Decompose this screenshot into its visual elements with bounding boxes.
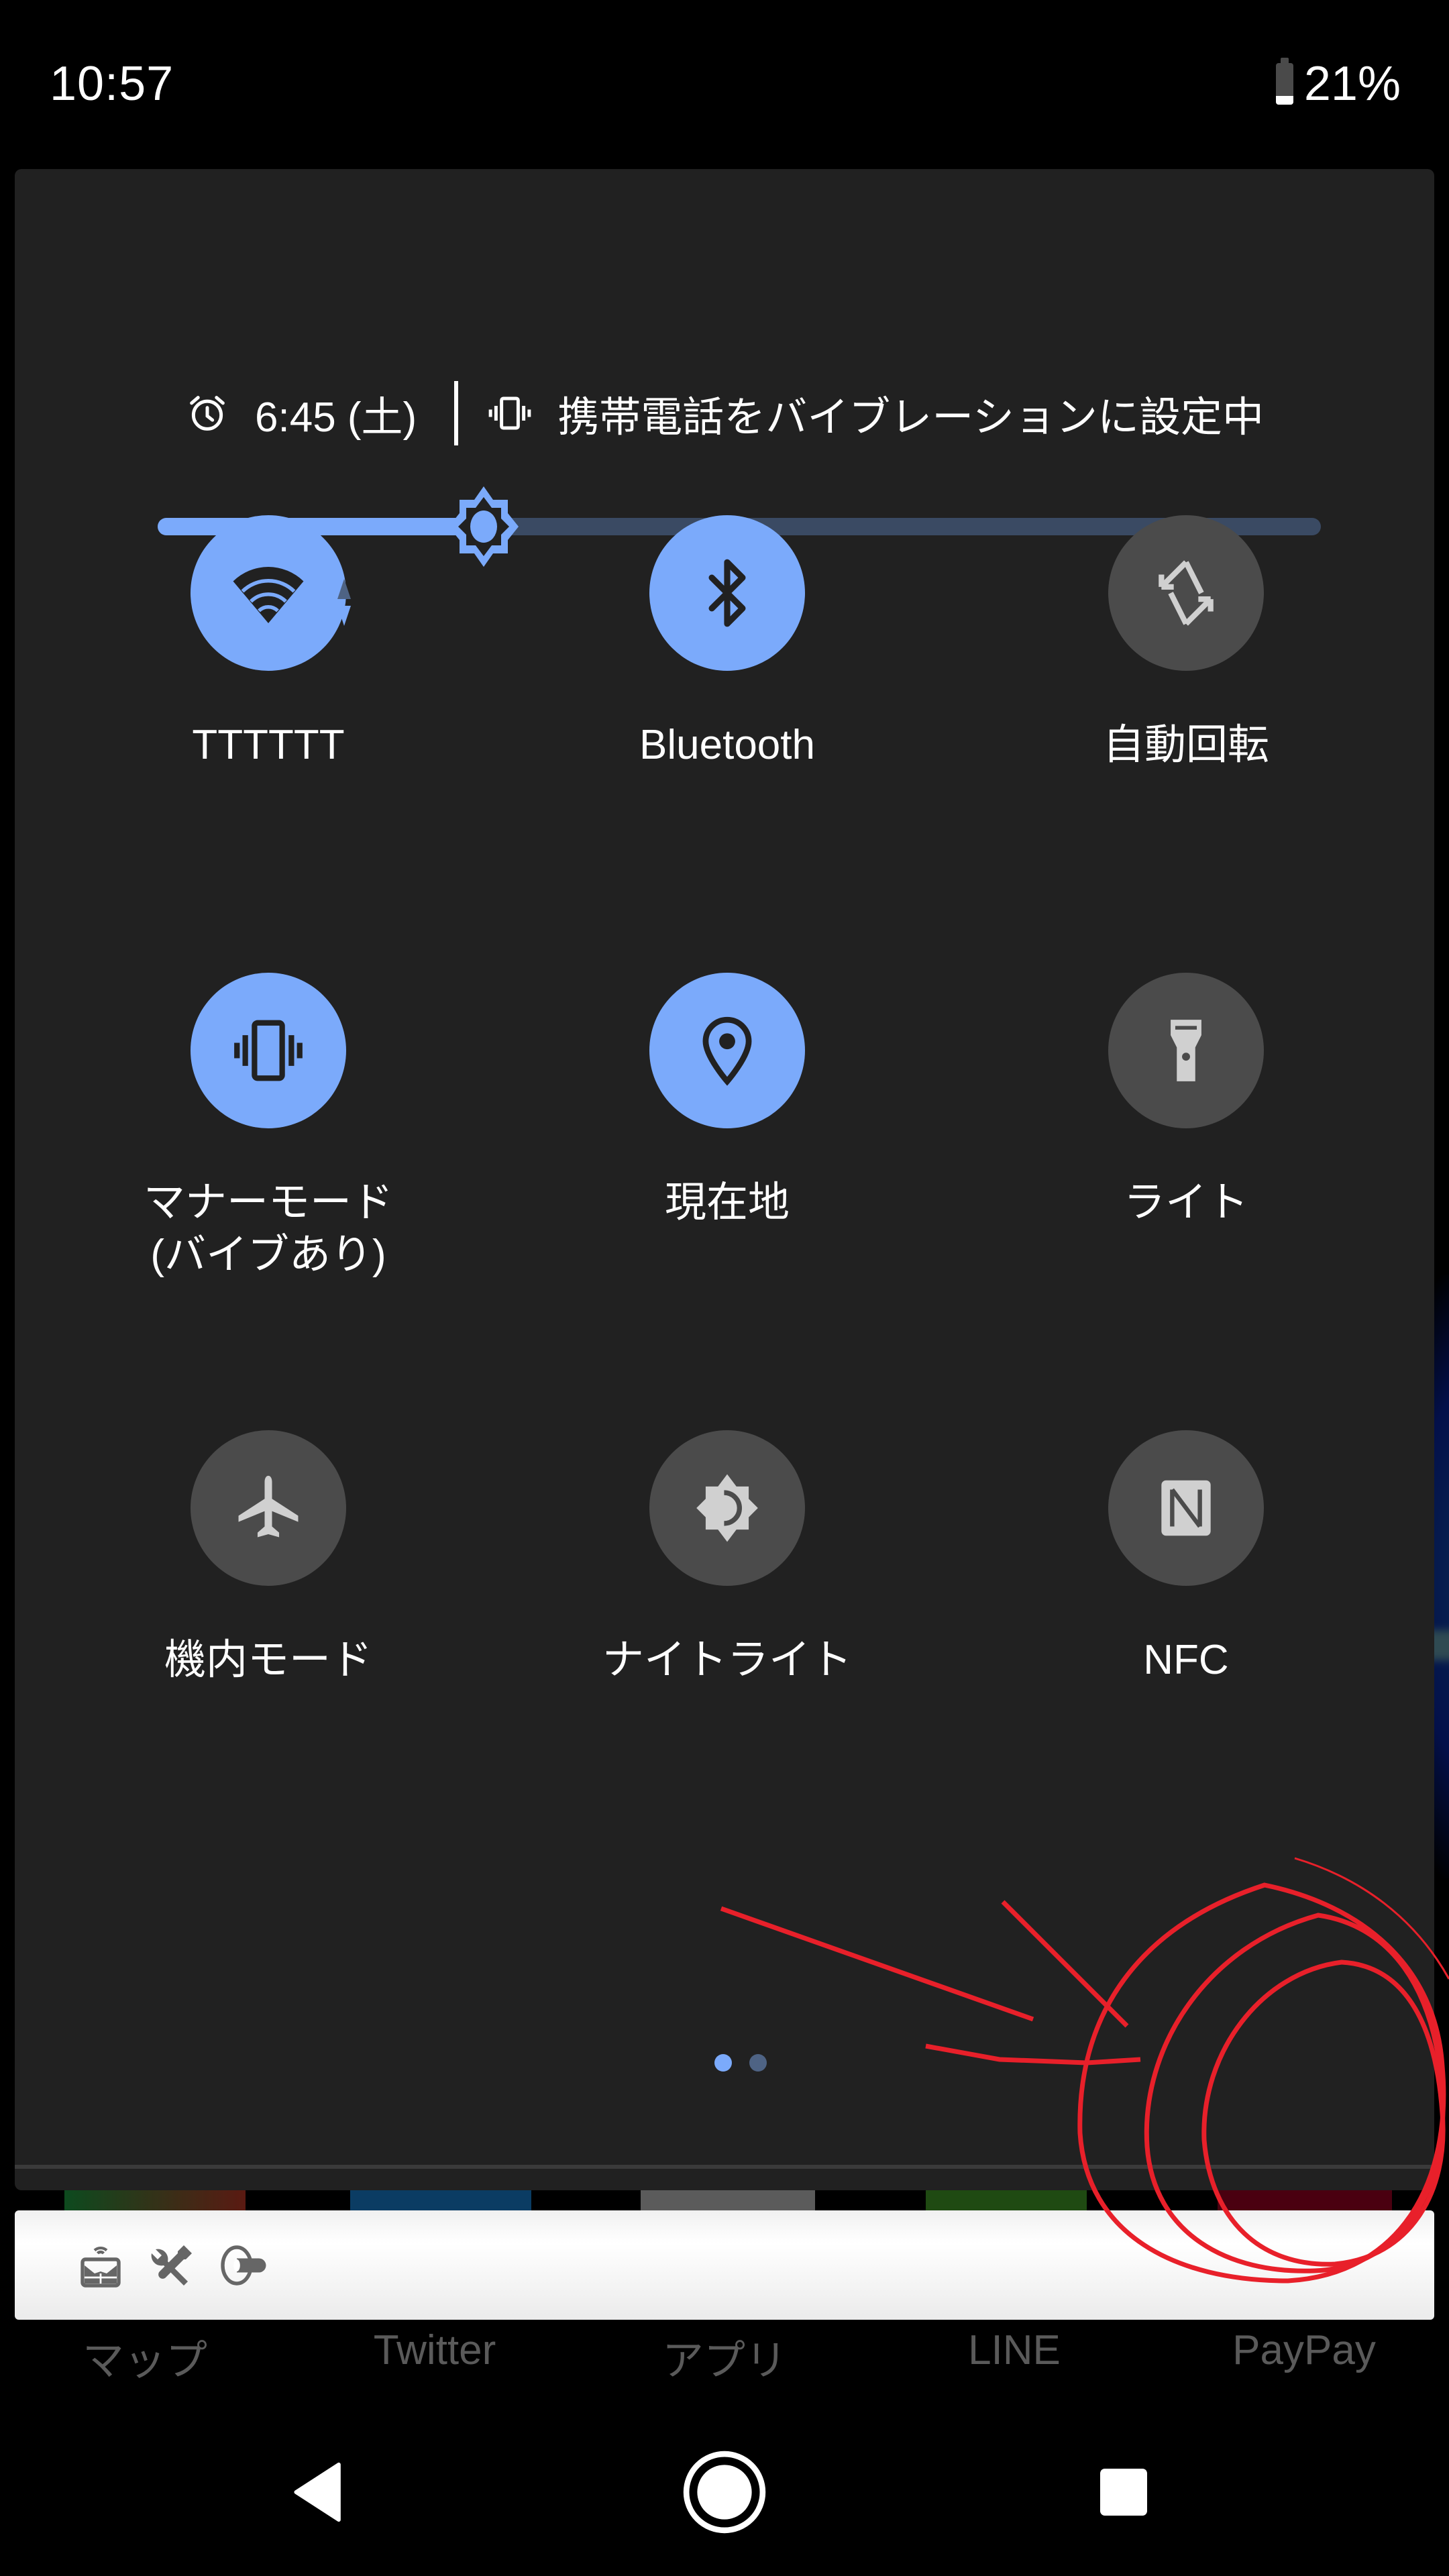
airplane-icon (238, 1475, 299, 1538)
tile-airplane[interactable]: 機内モード (121, 1430, 416, 1686)
back-button[interactable] (268, 2442, 369, 2542)
tile-manner-mode-label[interactable]: マナーモード (バイブあり) (121, 1177, 416, 1281)
night-light-icon (696, 1474, 758, 1542)
car-navigation-icon[interactable] (76, 2241, 125, 2290)
tile-night-light-label[interactable]: ナイトライト (580, 1634, 875, 1686)
app-icon-maps-peek (64, 2190, 246, 2210)
tile-manner-mode-toggle[interactable] (191, 973, 346, 1128)
battery-percent: 21% (1303, 57, 1401, 111)
tile-location[interactable]: 現在地 (580, 973, 875, 1229)
recents-button[interactable] (1073, 2442, 1174, 2542)
tile-night-light-toggle[interactable] (649, 1430, 805, 1586)
page-dot-1[interactable] (714, 2054, 732, 2072)
home-dock: マップ Twitter アプリ LINE PayPay (0, 2326, 1449, 2387)
tile-airplane-toggle[interactable] (191, 1430, 346, 1586)
rotate-icon (1159, 560, 1214, 626)
page-indicator (714, 2054, 767, 2072)
quick-settings-panel: 6:45 (土) 携帯電話をバイブレーションに設定中 TTTTTT Bluetoo… (15, 169, 1434, 2290)
recents-icon (1100, 2469, 1147, 2516)
app-icon-twitter-peek (350, 2190, 531, 2210)
battery-icon (1275, 58, 1293, 105)
status-time: 10:57 (50, 57, 174, 111)
tile-flashlight[interactable]: ライト (1038, 973, 1334, 1229)
tools-icon[interactable] (148, 2241, 196, 2290)
battery-level (1275, 95, 1293, 105)
back-icon (294, 2462, 341, 2522)
alarm-clock-icon[interactable] (185, 391, 229, 435)
dock-app-twitter[interactable]: Twitter (290, 2326, 580, 2387)
next-alarm[interactable]: 6:45 (土) (255, 383, 417, 443)
tile-location-label[interactable]: 現在地 (580, 1177, 875, 1229)
tile-auto-rotate-toggle[interactable] (1108, 515, 1264, 671)
home-icon (683, 2451, 766, 2534)
megaphone-icon[interactable] (219, 2241, 267, 2290)
tile-airplane-label[interactable]: 機内モード (121, 1634, 416, 1686)
tile-wifi-toggle[interactable] (191, 515, 346, 671)
tile-auto-rotate-label[interactable]: 自動回転 (1038, 719, 1334, 771)
qs-header: 6:45 (土) 携帯電話をバイブレーションに設定中 (15, 381, 1434, 445)
ringer-status[interactable]: 携帯電話をバイブレーションに設定中 (557, 383, 1264, 443)
status-battery: 21% (1275, 56, 1401, 111)
notification-shelf[interactable] (15, 2210, 1434, 2320)
tile-bluetooth-toggle[interactable] (649, 515, 805, 671)
tile-manner-mode[interactable]: マナーモード (バイブあり) (121, 973, 416, 1281)
app-icon-paypay-peek (1218, 2190, 1392, 2210)
vibrate-icon (234, 1020, 303, 1081)
dock-app-line[interactable]: LINE (869, 2326, 1159, 2387)
brightness-auto-icon[interactable] (443, 483, 524, 570)
wifi-activity-arrows-icon (335, 579, 353, 626)
tile-wifi-label[interactable]: TTTTTT (121, 719, 416, 771)
tile-bluetooth-label[interactable]: Bluetooth (580, 719, 875, 771)
bluetooth-icon (708, 559, 746, 627)
tile-nfc-toggle[interactable] (1108, 1430, 1264, 1586)
app-icon-line-peek (926, 2190, 1087, 2210)
header-divider (454, 381, 459, 445)
vibrate-icon[interactable] (488, 391, 532, 435)
wifi-icon (233, 567, 304, 623)
tile-nfc[interactable]: NFC (1038, 1430, 1334, 1686)
tile-flashlight-toggle[interactable] (1108, 973, 1264, 1128)
flashlight-icon (1171, 1020, 1201, 1081)
dock-app-paypay[interactable]: PayPay (1159, 2326, 1449, 2387)
home-button[interactable] (674, 2442, 775, 2542)
nfc-icon (1161, 1480, 1211, 1536)
dock-app-maps[interactable]: マップ (0, 2326, 290, 2387)
tile-nfc-label[interactable]: NFC (1038, 1634, 1334, 1686)
tile-night-light[interactable]: ナイトライト (580, 1430, 875, 1686)
dock-app-apps[interactable]: アプリ (580, 2326, 869, 2387)
navigation-bar (0, 2442, 1449, 2542)
location-pin-icon (702, 1016, 752, 1086)
tile-flashlight-label[interactable]: ライト (1038, 1177, 1334, 1229)
app-icon-apps-peek (641, 2190, 815, 2210)
tile-auto-rotate[interactable]: 自動回転 (1038, 515, 1334, 771)
tile-wifi[interactable]: TTTTTT (121, 515, 416, 771)
footer-divider (15, 2165, 1434, 2169)
tile-location-toggle[interactable] (649, 973, 805, 1128)
page-dot-2[interactable] (749, 2054, 767, 2072)
tile-bluetooth[interactable]: Bluetooth (580, 515, 875, 771)
